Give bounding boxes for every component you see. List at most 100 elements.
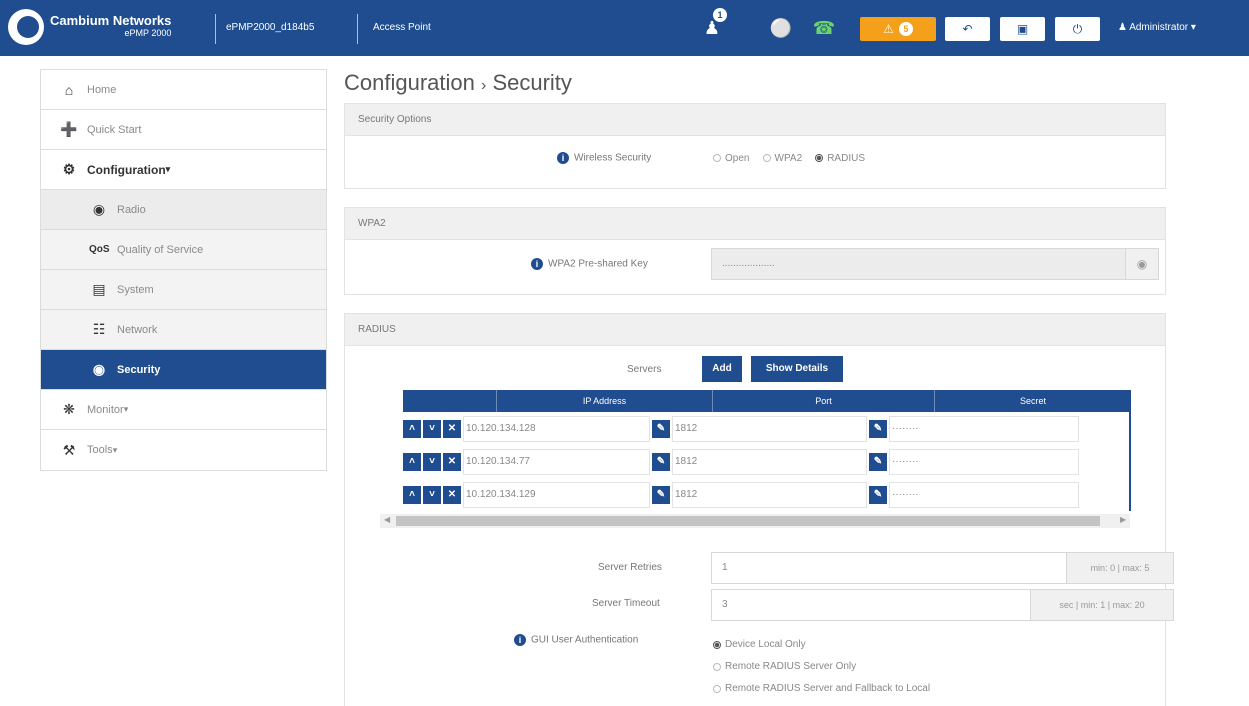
table-header: IP Address Port Secret bbox=[403, 390, 1131, 412]
edit-icon[interactable]: ✎ bbox=[869, 419, 887, 438]
device-mode: Access Point bbox=[373, 22, 431, 33]
reboot-button[interactable]: ⏻ bbox=[1055, 17, 1100, 41]
radio-label: RADIUS bbox=[827, 152, 865, 164]
brand-logo[interactable]: Cambium Networks ePMP 2000 bbox=[8, 9, 171, 45]
column-header: Port bbox=[713, 390, 935, 412]
radio-radius[interactable] bbox=[815, 154, 824, 163]
info-icon[interactable]: i bbox=[531, 258, 543, 270]
notification-badge: 1 bbox=[713, 8, 727, 22]
server-timeout-label: Server Timeout bbox=[592, 598, 660, 609]
table-row: ˄ ˅ ✕ 10.120.134.128 ✎ 1812 ✎ ········ bbox=[403, 412, 1131, 445]
radio-icon: ◉ bbox=[92, 201, 106, 217]
info-icon[interactable]: i bbox=[514, 634, 526, 646]
radio-open[interactable] bbox=[713, 154, 721, 163]
delete-icon[interactable]: ✕ bbox=[443, 452, 461, 471]
gui-auth-label: i GUI User Authentication bbox=[514, 634, 638, 646]
column-header: Secret bbox=[1019, 396, 1046, 406]
radio-wpa2[interactable] bbox=[762, 154, 771, 163]
move-up-icon[interactable]: ˄ bbox=[403, 452, 421, 471]
sidebar-item-label: Monitor bbox=[87, 403, 124, 416]
page-title: Configuration › Security bbox=[344, 70, 572, 96]
wpa2-key-input[interactable]: ................... bbox=[711, 248, 1126, 280]
panel-header: Security Options bbox=[345, 104, 1165, 136]
server-timeout-input[interactable]: 3 bbox=[711, 589, 1031, 621]
ip-address-cell[interactable]: 10.120.134.128 bbox=[463, 415, 650, 442]
port-cell[interactable]: 1812 bbox=[672, 415, 867, 442]
sidebar-item-security[interactable]: ◉ Security bbox=[41, 350, 326, 390]
power-icon: ⏻ bbox=[1072, 21, 1083, 36]
breadcrumb-separator: › bbox=[481, 77, 487, 94]
radio-label: Device Local Only bbox=[725, 639, 806, 651]
sidebar-item-label: Tools bbox=[87, 444, 113, 456]
caret-down-icon: ▾ bbox=[112, 444, 118, 455]
secret-cell[interactable]: ········ bbox=[889, 448, 1079, 475]
scrollbar-thumb[interactable] bbox=[396, 516, 1100, 526]
ip-address-cell[interactable]: 10.120.134.129 bbox=[463, 481, 650, 508]
add-server-button[interactable]: Add bbox=[702, 356, 742, 382]
phone-icon[interactable]: ☎ bbox=[811, 14, 837, 42]
secret-cell[interactable]: ········ bbox=[889, 481, 1079, 508]
delete-icon[interactable]: ✕ bbox=[443, 485, 461, 504]
security-options-panel: Security Options i Wireless Security Open… bbox=[344, 103, 1166, 189]
gui-auth-radio-group: Device Local Only Remote RADIUS Server O… bbox=[713, 634, 940, 700]
move-down-icon[interactable]: ˅ bbox=[423, 485, 441, 504]
sidebar-item-label: Network bbox=[117, 323, 158, 336]
radio-remote-radius-only[interactable] bbox=[713, 663, 721, 672]
save-button[interactable]: ▣ bbox=[1000, 17, 1045, 41]
eye-icon: ◉ bbox=[1136, 257, 1148, 271]
secret-cell[interactable]: ········ bbox=[889, 415, 1079, 442]
radio-label: Open bbox=[725, 152, 750, 164]
panel-header: RADIUS bbox=[345, 314, 1165, 346]
shield-icon: ◉ bbox=[92, 361, 106, 377]
port-cell[interactable]: 1812 bbox=[672, 448, 867, 475]
save-icon: ▣ bbox=[1016, 22, 1029, 36]
show-details-button[interactable]: Show Details bbox=[751, 356, 843, 382]
breadcrumb-parent: Configuration bbox=[344, 70, 475, 95]
radio-remote-radius-fallback[interactable] bbox=[713, 685, 721, 694]
sidebar-item-tools[interactable]: ⚒ Tools ▾ bbox=[41, 430, 326, 470]
sidebar-item-network[interactable]: ☷ Network bbox=[41, 310, 326, 350]
move-down-icon[interactable]: ˅ bbox=[423, 452, 441, 471]
info-icon[interactable]: i bbox=[557, 152, 569, 164]
panel-header: WPA2 bbox=[345, 208, 1165, 240]
sidebar-item-monitor[interactable]: ❋ Monitor ▾ bbox=[41, 390, 326, 430]
edit-icon[interactable]: ✎ bbox=[869, 452, 887, 471]
scroll-left-icon[interactable]: ◀ bbox=[384, 515, 390, 524]
sidebar-nav: ⌂ Home ➕ Quick Start ⚙ Configuration ▾ ◉… bbox=[40, 69, 327, 471]
ip-address-cell[interactable]: 10.120.134.77 bbox=[463, 448, 650, 475]
server-retries-input[interactable]: 1 bbox=[711, 552, 1067, 584]
globe-icon[interactable]: ⚪ bbox=[768, 14, 794, 42]
sidebar-item-radio[interactable]: ◉ Radio bbox=[41, 190, 326, 230]
edit-icon[interactable]: ✎ bbox=[652, 485, 670, 504]
edit-icon[interactable]: ✎ bbox=[652, 419, 670, 438]
cambium-logo-icon bbox=[8, 9, 44, 45]
sidebar-item-quick-start[interactable]: ➕ Quick Start bbox=[41, 110, 326, 150]
edit-icon[interactable]: ✎ bbox=[869, 485, 887, 504]
alarms-button[interactable]: ⚠ 5 bbox=[860, 17, 936, 41]
runner-icon: ➕ bbox=[60, 121, 78, 137]
server-retries-label: Server Retries bbox=[598, 562, 662, 573]
user-menu[interactable]: ♟ Administrator ▾ bbox=[1118, 22, 1196, 33]
move-down-icon[interactable]: ˅ bbox=[423, 419, 441, 438]
wpa2-panel: WPA2 i WPA2 Pre-shared Key ..............… bbox=[344, 207, 1166, 295]
sidebar-item-configuration[interactable]: ⚙ Configuration ▾ bbox=[41, 150, 326, 190]
scroll-right-icon[interactable]: ▶ bbox=[1120, 515, 1126, 524]
divider bbox=[215, 14, 216, 44]
table-horizontal-scrollbar[interactable]: ◀ ▶ bbox=[380, 514, 1130, 528]
breadcrumb-current: Security bbox=[492, 70, 572, 95]
delete-icon[interactable]: ✕ bbox=[443, 419, 461, 438]
show-password-button[interactable]: ◉ bbox=[1125, 248, 1159, 280]
caret-down-icon: ▾ bbox=[1190, 22, 1196, 33]
undo-button[interactable]: ↶ bbox=[945, 17, 990, 41]
sidebar-item-quality-of-service[interactable]: QoS Quality of Service bbox=[41, 230, 326, 270]
sidebar-item-label: Quality of Service bbox=[117, 243, 204, 256]
sidebar-item-home[interactable]: ⌂ Home bbox=[41, 70, 326, 110]
network-icon: ☷ bbox=[92, 321, 106, 337]
server-retries-hint: min: 0 | max: 5 bbox=[1066, 552, 1174, 584]
sidebar-item-system[interactable]: ▤ System bbox=[41, 270, 326, 310]
radio-device-local-only[interactable] bbox=[713, 641, 721, 650]
edit-icon[interactable]: ✎ bbox=[652, 452, 670, 471]
port-cell[interactable]: 1812 bbox=[672, 481, 867, 508]
move-up-icon[interactable]: ˄ bbox=[403, 419, 421, 438]
move-up-icon[interactable]: ˄ bbox=[403, 485, 421, 504]
